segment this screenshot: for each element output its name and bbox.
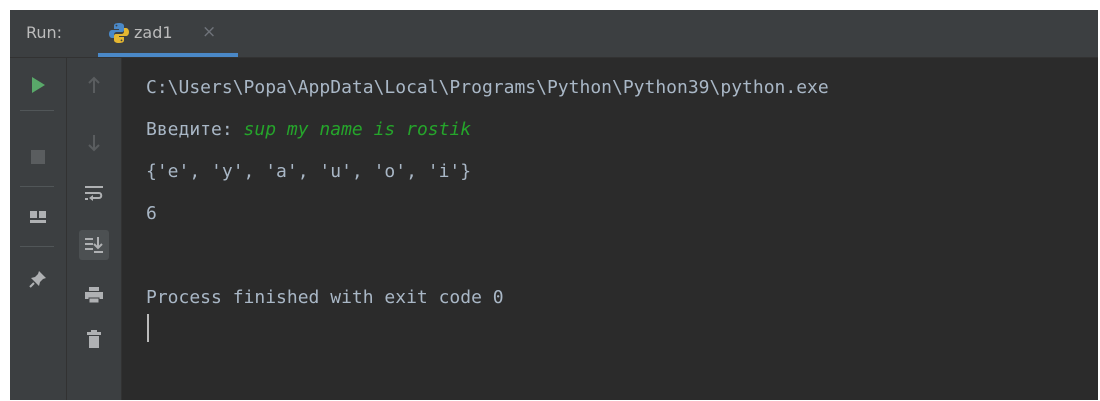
tab-title: zad1 bbox=[134, 23, 173, 42]
arrow-down-icon[interactable] bbox=[79, 128, 109, 158]
close-icon[interactable]: × bbox=[202, 22, 216, 42]
run-tool-window: Run: zad1 × C:\Users\Popa\AppData\Local\… bbox=[10, 10, 1098, 400]
user-input-text: sup my name is rostik bbox=[243, 119, 472, 140]
output-count-line: 6 bbox=[146, 203, 157, 224]
exit-message-line: Process finished with exit code 0 bbox=[146, 287, 504, 308]
prompt-text: Введите: bbox=[146, 119, 244, 140]
console-actions-toolbar bbox=[67, 58, 122, 400]
output-set-line: {'e', 'y', 'a', 'u', 'o', 'i'} bbox=[146, 161, 472, 182]
layout-icon[interactable] bbox=[23, 202, 53, 232]
toolbar-divider bbox=[20, 246, 54, 247]
run-actions-toolbar bbox=[10, 58, 67, 400]
input-line: Введите: sup my name is rostik bbox=[146, 118, 471, 142]
print-icon[interactable] bbox=[79, 280, 109, 310]
scroll-to-end-icon[interactable] bbox=[79, 230, 109, 260]
stop-icon[interactable] bbox=[23, 142, 53, 172]
run-icon[interactable] bbox=[23, 70, 53, 100]
console-output[interactable]: C:\Users\Popa\AppData\Local\Programs\Pyt… bbox=[122, 58, 1098, 400]
command-line: C:\Users\Popa\AppData\Local\Programs\Pyt… bbox=[146, 77, 829, 98]
toolbar-divider bbox=[20, 186, 54, 187]
trash-icon[interactable] bbox=[79, 324, 109, 354]
tab-zad1[interactable]: zad1 × bbox=[98, 10, 238, 57]
pin-icon[interactable] bbox=[23, 264, 53, 294]
run-panel-header: Run: zad1 × bbox=[10, 10, 1098, 58]
python-icon bbox=[108, 22, 130, 44]
text-cursor bbox=[147, 314, 149, 342]
soft-wrap-icon[interactable] bbox=[79, 178, 109, 208]
toolbar-divider bbox=[20, 110, 54, 111]
arrow-up-icon[interactable] bbox=[79, 70, 109, 100]
run-label: Run: bbox=[26, 23, 63, 42]
